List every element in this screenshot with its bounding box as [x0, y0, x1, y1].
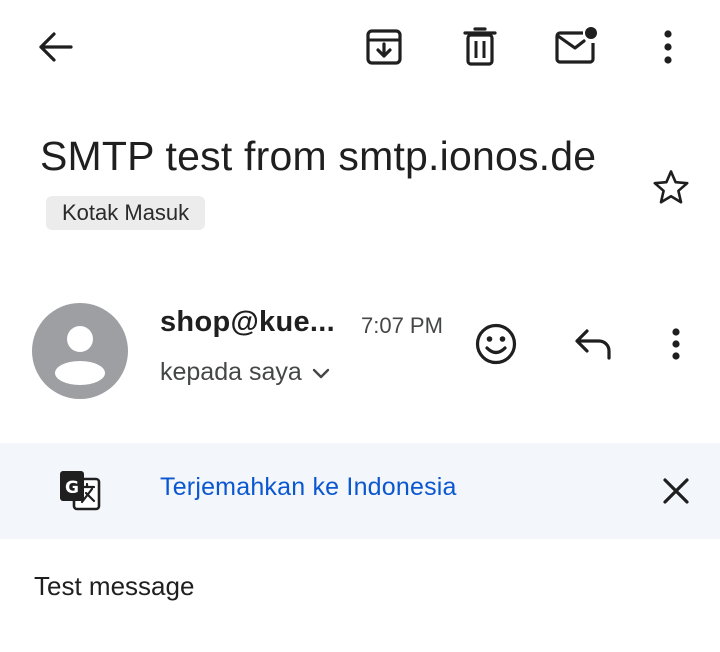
sender-name[interactable]: shop@kue...: [160, 306, 335, 339]
google-translate-icon: G: [60, 471, 101, 511]
translate-link[interactable]: Terjemahkan ke Indonesia: [160, 473, 457, 502]
star-button[interactable]: [648, 164, 694, 210]
archive-icon: [366, 29, 402, 65]
avatar[interactable]: [32, 303, 128, 399]
email-body: Test message: [34, 571, 195, 601]
person-icon: [55, 326, 105, 385]
reply-button[interactable]: [570, 322, 616, 366]
more-options-button[interactable]: [650, 24, 686, 70]
back-button[interactable]: [28, 24, 82, 70]
recipient-text: kepada saya: [160, 358, 302, 386]
label-chip[interactable]: Kotak Masuk: [46, 196, 206, 230]
reply-icon: [575, 329, 611, 360]
archive-button[interactable]: [360, 24, 408, 70]
emoji-icon: [475, 323, 517, 365]
delete-button[interactable]: [457, 24, 503, 70]
trash-icon: [463, 27, 497, 66]
close-translate-button[interactable]: [654, 469, 698, 513]
close-icon: [663, 478, 689, 504]
more-vert-icon: [672, 328, 680, 360]
arrow-back-icon: [39, 32, 73, 62]
translate-banner: G Terjemahkan ke Indonesia: [0, 443, 720, 539]
chevron-down-icon: [312, 368, 329, 378]
sent-time: 7:07 PM: [361, 313, 443, 338]
message-more-button[interactable]: [658, 322, 694, 366]
reaction-button[interactable]: [472, 320, 520, 368]
star-outline-icon: [653, 170, 689, 204]
svg-text:G: G: [65, 478, 79, 498]
mark-unread-icon: [555, 27, 597, 64]
mark-unread-button[interactable]: [550, 22, 602, 70]
recipient-details-toggle[interactable]: kepada saya: [160, 358, 330, 387]
translate-icon-wrap: G: [58, 469, 102, 513]
subject-text: SMTP test from smtp.ionos.de: [40, 133, 597, 179]
top-toolbar: [0, 0, 720, 96]
more-vert-icon: [664, 30, 672, 64]
email-subject: SMTP test from smtp.ionos.de Kotak Masuk: [40, 128, 630, 240]
